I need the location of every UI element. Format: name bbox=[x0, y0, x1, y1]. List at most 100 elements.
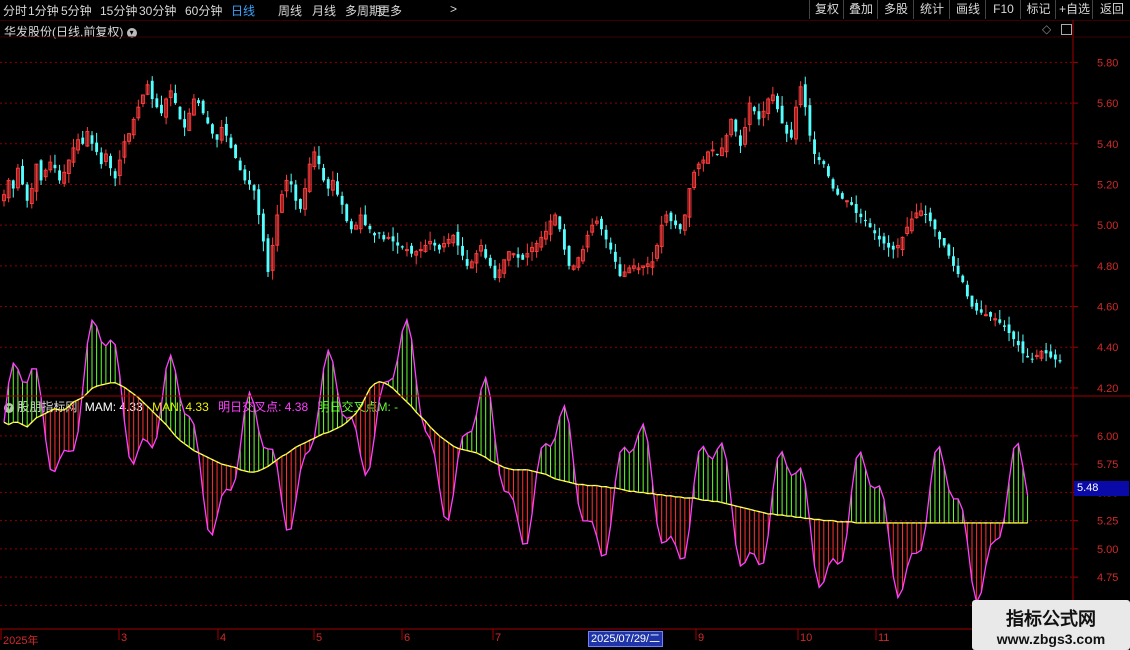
candle-body-down bbox=[349, 221, 353, 230]
candle-body-up bbox=[474, 253, 479, 264]
candle-body-down bbox=[678, 224, 682, 230]
tab-0[interactable]: 分时 bbox=[3, 2, 27, 19]
candle-body-down bbox=[210, 124, 214, 134]
candle-body-down bbox=[715, 153, 719, 155]
candle-body-down bbox=[516, 254, 520, 258]
candle-body-down bbox=[882, 236, 886, 244]
candle-body-down bbox=[757, 111, 761, 120]
candle-body-down bbox=[562, 229, 566, 250]
candle-body-up bbox=[62, 171, 67, 184]
candle-body-down bbox=[864, 219, 867, 222]
candle-body-up bbox=[900, 236, 905, 251]
candle-body-up bbox=[729, 118, 734, 136]
candle-body-up bbox=[581, 249, 585, 262]
candle-body-down bbox=[822, 161, 826, 165]
toolbar-button-0[interactable]: 复权 bbox=[809, 0, 844, 19]
candle-body-down bbox=[1016, 340, 1020, 346]
candle-body-up bbox=[219, 127, 224, 141]
candle-body-up bbox=[386, 236, 391, 239]
candle-body-down bbox=[1049, 351, 1053, 358]
tab-5[interactable]: 60分钟 bbox=[185, 2, 222, 19]
candle-body-up bbox=[127, 133, 131, 142]
tab-6[interactable]: 日线 bbox=[231, 2, 255, 19]
candle-body-down bbox=[859, 213, 863, 218]
candle-body-down bbox=[201, 100, 205, 114]
candle-body-down bbox=[234, 144, 238, 159]
candle-body-down bbox=[979, 309, 983, 313]
candle-body-up bbox=[451, 234, 456, 244]
candle-body-up bbox=[845, 200, 849, 203]
tab-9[interactable]: 多周期 bbox=[345, 2, 381, 19]
candle-body-down bbox=[965, 284, 969, 297]
candle-body-down bbox=[113, 171, 117, 179]
toolbar-button-4[interactable]: 画线 bbox=[949, 0, 986, 19]
candle-body-up bbox=[312, 151, 317, 168]
x-label-6: 9 bbox=[698, 632, 705, 644]
tab-7[interactable]: 周线 bbox=[278, 2, 302, 19]
candle-body-down bbox=[99, 152, 103, 165]
candle-body-up bbox=[506, 251, 511, 261]
price-tick-label: 4.60 bbox=[1097, 302, 1118, 314]
toolbar-button-1[interactable]: 叠加 bbox=[843, 0, 878, 19]
candle-body-up bbox=[270, 245, 275, 271]
candle-body-up bbox=[622, 271, 627, 277]
candle-body-up bbox=[548, 220, 553, 235]
candle-body-up bbox=[131, 118, 136, 136]
toolbar-button-5[interactable]: F10 bbox=[985, 0, 1021, 19]
candle-body-down bbox=[970, 295, 974, 307]
candle-body-down bbox=[850, 202, 854, 205]
candle-body-up bbox=[631, 265, 636, 269]
candle-body-down bbox=[224, 124, 228, 136]
price-tick-label: 5.60 bbox=[1097, 98, 1118, 110]
diamond-icon[interactable]: ◇ bbox=[1042, 22, 1051, 36]
candle-body-up bbox=[543, 230, 548, 240]
tab-3[interactable]: 15分钟 bbox=[100, 2, 137, 19]
toolbar-button-8[interactable]: 返回 bbox=[1092, 0, 1130, 19]
candle-body-up bbox=[919, 210, 923, 216]
candle-body-down bbox=[877, 235, 881, 240]
candle-body-up bbox=[66, 159, 71, 174]
candle-body-down bbox=[243, 169, 247, 181]
candle-body-down bbox=[924, 214, 928, 216]
x-label-0: 2025年 bbox=[3, 635, 39, 647]
candle-body-up bbox=[983, 314, 988, 317]
candle-body-down bbox=[178, 106, 182, 120]
candle-body-up bbox=[766, 98, 771, 114]
candle-body-up bbox=[168, 90, 173, 98]
x-label-3: 5 bbox=[316, 632, 323, 644]
dropdown-icon[interactable]: ▾ bbox=[126, 27, 137, 38]
tab-4[interactable]: 30分钟 bbox=[139, 2, 176, 19]
price-tick-label: 5.20 bbox=[1097, 179, 1118, 191]
toolbar-button-3[interactable]: 统计 bbox=[913, 0, 950, 19]
candle-body-down bbox=[261, 213, 265, 242]
tab-2[interactable]: 5分钟 bbox=[61, 2, 92, 19]
more-chevron-icon[interactable]: > bbox=[450, 2, 457, 16]
kline-chart[interactable]: 5.80 5.60 5.40 5.20 5.00 4.80 4.60 4.40 4.20 6.00… bbox=[0, 0, 1130, 650]
tab-10[interactable]: 更多 bbox=[378, 2, 402, 19]
candle-body-up bbox=[164, 98, 169, 118]
candle-body-down bbox=[456, 231, 460, 246]
price-tick-label: 5.40 bbox=[1097, 139, 1118, 151]
man-value: MAN: 4.33 bbox=[152, 400, 209, 414]
candle-body-up bbox=[418, 249, 423, 252]
indicator-tick-label: 4.75 bbox=[1097, 572, 1118, 584]
candle-body-down bbox=[289, 181, 293, 185]
panel-toggle-icon[interactable] bbox=[1060, 24, 1072, 36]
candle-body-up bbox=[6, 179, 11, 199]
x-cursor-label: 2025/07/29/二 bbox=[588, 631, 664, 647]
mam-value: MAM: 4.33 bbox=[84, 400, 143, 414]
x-label-7: 10 bbox=[800, 632, 813, 644]
tab-8[interactable]: 月线 bbox=[312, 2, 336, 19]
indicator-dropdown-icon[interactable]: ▾ bbox=[4, 402, 14, 413]
toolbar-button-7[interactable]: +自选 bbox=[1055, 0, 1093, 19]
candle-body-down bbox=[1026, 355, 1030, 358]
candle-body-up bbox=[511, 253, 516, 256]
tab-1[interactable]: 1分钟 bbox=[28, 2, 59, 19]
candle-body-up bbox=[330, 179, 335, 191]
fast-line bbox=[3, 317, 1029, 605]
toolbar-button-2[interactable]: 多股 bbox=[877, 0, 914, 19]
candle-body-down bbox=[956, 265, 960, 274]
toolbar-button-6[interactable]: 标记 bbox=[1020, 0, 1056, 19]
candle-body-down bbox=[826, 166, 830, 177]
candle-body-down bbox=[780, 105, 784, 124]
